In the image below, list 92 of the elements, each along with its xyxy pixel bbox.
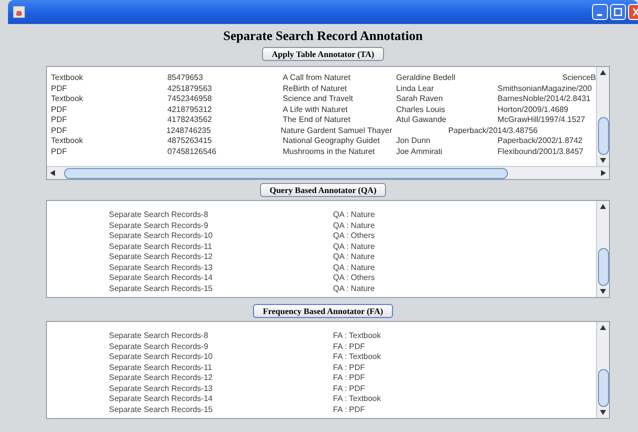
- record-name: Separate Search Records-14: [108, 273, 214, 284]
- table-cell-text: Nature Gardent Samuel Thayer: [280, 126, 394, 136]
- maximize-button[interactable]: [610, 4, 626, 20]
- annotation-label: QA : Nature: [333, 262, 375, 273]
- table-cell-text: 1248746235: [166, 126, 212, 136]
- table-cell-text: Charles Louis: [396, 104, 446, 115]
- annotation-label: FA : PDF: [333, 342, 366, 352]
- table-cell-text: Paperback/2002/1.8742: [498, 136, 584, 146]
- annotation-label: FA : PDF: [333, 362, 366, 373]
- annotation-label: FA : Textbook: [333, 331, 381, 342]
- window-title: Separate Search Record Annotation: [223, 28, 423, 44]
- record-name: Separate Search Records-8: [108, 331, 210, 342]
- table-cell-text: 4218795312: [167, 104, 213, 115]
- table-cell-text: Linda Lear: [396, 84, 435, 94]
- table-cell-text: 7452346958: [167, 94, 213, 104]
- table-cell-text: Mushrooms in the Naturet: [282, 146, 376, 157]
- table-cell-text: Flexibound/2001/3.8457: [498, 146, 584, 157]
- table-cell-text: Geraldine Bedell: [396, 73, 456, 84]
- apply-table-button[interactable]: Apply Table Annotator (TA): [262, 47, 384, 61]
- table-cell-text: National Geography Guidet: [282, 136, 381, 146]
- table-cell-text: Joe Ammirati: [396, 146, 444, 157]
- annotation-label: QA : Nature: [333, 284, 375, 294]
- record-name: Separate Search Records-11: [108, 242, 214, 252]
- table-cell-text: ScienceB: [561, 73, 596, 84]
- table-cell-text: PDF: [50, 84, 68, 94]
- record-name: Separate Search Records-12: [108, 373, 214, 384]
- table-cell-text: 4178243562: [167, 115, 213, 126]
- table-cell-text: Jon Dunn: [396, 136, 432, 146]
- record-name: Separate Search Records-13: [108, 384, 214, 394]
- annotation-label: FA : PDF: [333, 373, 366, 384]
- annotation-label: FA : Textbook: [333, 394, 381, 404]
- table-cell-text: 07458126546: [167, 146, 218, 157]
- maximize-icon: [614, 8, 622, 16]
- table-cell-text: McGrawHill/1997/4.1527: [498, 115, 586, 126]
- annotation-label: FA : PDF: [333, 384, 366, 394]
- table-cell-text: Paperback/2014/3.48756: [448, 126, 539, 136]
- scroll-down-icon[interactable]: [600, 158, 606, 163]
- table-cell-text: 4251879563: [167, 84, 213, 94]
- annotator-button[interactable]: Frequency Based Annotator (FA): [252, 304, 394, 318]
- annotation-label: QA : Nature: [333, 252, 375, 262]
- annotation-label: FA : PDF: [333, 404, 366, 415]
- annotation-label: QA : Nature: [333, 242, 375, 252]
- record-name: Separate Search Records-9: [108, 342, 210, 352]
- table-cell-text: Horton/2009/1.4689: [498, 104, 570, 115]
- table-cell-text: PDF: [50, 126, 68, 136]
- scroll-up-icon[interactable]: [600, 70, 606, 75]
- record-name: Separate Search Records-12: [108, 252, 214, 262]
- record-name: Separate Search Records-8: [108, 210, 210, 220]
- annotation-label: QA : Nature: [333, 220, 375, 231]
- table-cell-text: PDF: [50, 104, 68, 115]
- scroll-up-icon[interactable]: [600, 204, 606, 209]
- table-cell-text: Science and Travelt: [282, 94, 354, 104]
- scroll-right-icon[interactable]: [601, 170, 606, 176]
- table-cell-text: SmithsonianMagazine/200: [498, 84, 593, 94]
- record-name: Separate Search Records-15: [108, 404, 214, 415]
- table-cell-text: BarnesNoble/2014/2.8431: [498, 94, 592, 104]
- app-icon: [13, 6, 25, 18]
- table-cell-text: Textbook: [50, 94, 84, 104]
- annotation-label: QA : Others: [333, 273, 375, 284]
- table-cell-text: 85479653: [167, 73, 204, 84]
- table-cell-text: A Call from Naturet: [282, 73, 352, 84]
- vertical-scrollbar[interactable]: [596, 201, 609, 297]
- table-cell-text: PDF: [50, 115, 68, 126]
- annotation-label: QA : Others: [333, 231, 375, 242]
- record-name: Separate Search Records-11: [108, 362, 214, 373]
- scroll-down-icon[interactable]: [600, 289, 606, 294]
- vertical-scrollbar[interactable]: [596, 67, 609, 166]
- table-cell-text: PDF: [50, 146, 68, 157]
- table-cell-text: Textbook: [50, 136, 84, 146]
- table-cell-text: 4875263415: [167, 136, 213, 146]
- scroll-left-icon[interactable]: [50, 170, 55, 176]
- table-cell-text: A Life with Naturet: [282, 104, 349, 115]
- horizontal-scrollbar[interactable]: [47, 166, 609, 179]
- annotation-label: FA : Textbook: [333, 352, 381, 362]
- table-cell-text: Sarah Raven: [396, 94, 444, 104]
- record-name: Separate Search Records-13: [108, 262, 214, 273]
- table-cell-text: The End of Naturet: [282, 115, 352, 126]
- record-name: Separate Search Records-10: [108, 352, 214, 362]
- table-cell-text: ReBirth of Naturet: [282, 84, 348, 94]
- close-icon: [633, 8, 638, 16]
- record-name: Separate Search Records-9: [108, 220, 210, 231]
- vertical-scrollbar[interactable]: [596, 322, 609, 418]
- annotation-label: QA : Nature: [333, 210, 375, 220]
- table-cell-text: Textbook: [50, 73, 84, 84]
- scroll-up-icon[interactable]: [600, 325, 606, 330]
- minimize-button[interactable]: [592, 4, 608, 20]
- scroll-down-icon[interactable]: [600, 410, 606, 415]
- record-name: Separate Search Records-10: [108, 231, 214, 242]
- annotator-button[interactable]: Query Based Annotator (QA): [260, 183, 386, 197]
- table-cell-text: Atul Gawande: [396, 115, 448, 126]
- record-name: Separate Search Records-14: [108, 394, 214, 404]
- record-name: Separate Search Records-15: [108, 284, 214, 294]
